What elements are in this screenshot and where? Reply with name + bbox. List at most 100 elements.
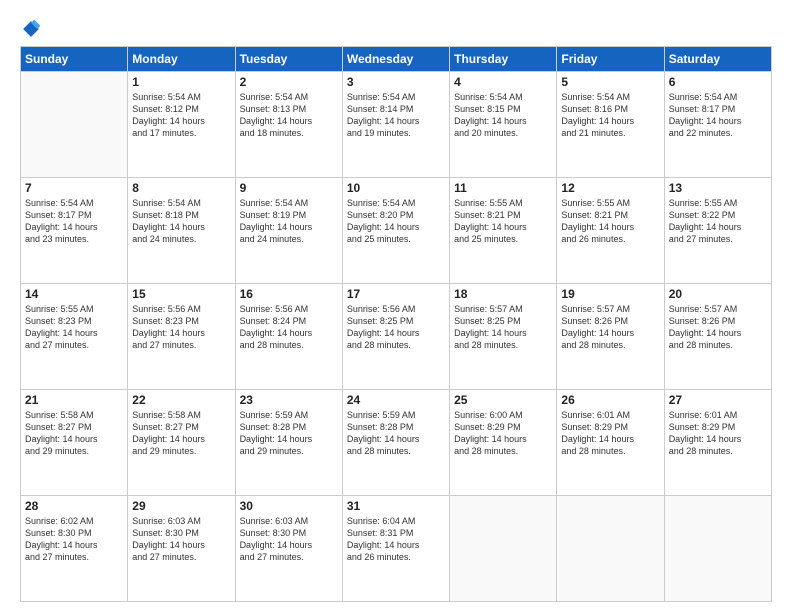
calendar-cell: 31 Sunrise: 6:04 AM Sunset: 8:31 PM Dayli… (342, 496, 449, 602)
calendar-cell: 27Sunrise: 6:01 AM Sunset: 8:29 PM Dayli… (664, 390, 771, 496)
calendar-body: 1 Sunrise: 5:54 AM Sunset: 8:12 PM Daylig… (21, 72, 772, 602)
header (20, 18, 772, 40)
day-info: Sunrise: 5:56 AM Sunset: 8:23 PM Dayligh… (132, 303, 230, 352)
day-info: Sunrise: 6:00 AM Sunset: 8:29 PM Dayligh… (454, 409, 552, 458)
day-info: Sunrise: 5:55 AM Sunset: 8:22 PM Dayligh… (669, 197, 767, 246)
calendar-cell: 17 Sunrise: 5:56 AM Sunset: 8:25 PM Dayli… (342, 284, 449, 390)
logo-icon (20, 18, 42, 40)
day-info: Sunrise: 6:03 AM Sunset: 8:30 PM Dayligh… (132, 515, 230, 564)
day-number: 26 (561, 393, 659, 407)
day-number: 18 (454, 287, 552, 301)
calendar-cell: 13 Sunrise: 5:55 AM Sunset: 8:22 PM Dayli… (664, 178, 771, 284)
calendar-week: 7 Sunrise: 5:54 AM Sunset: 8:17 PM Daylig… (21, 178, 772, 284)
logo (20, 18, 46, 40)
calendar-cell: 30Sunrise: 6:03 AM Sunset: 8:30 PM Dayli… (235, 496, 342, 602)
day-number: 11 (454, 181, 552, 195)
calendar-week: 28 Sunrise: 6:02 AM Sunset: 8:30 PM Dayli… (21, 496, 772, 602)
day-number: 23 (240, 393, 338, 407)
day-number: 24 (347, 393, 445, 407)
day-number: 2 (240, 75, 338, 89)
day-number: 6 (669, 75, 767, 89)
day-info: Sunrise: 6:03 AM Sunset: 8:30 PM Dayligh… (240, 515, 338, 564)
day-header: Friday (557, 47, 664, 72)
calendar-header: SundayMondayTuesdayWednesdayThursdayFrid… (21, 47, 772, 72)
calendar-cell: 21 Sunrise: 5:58 AM Sunset: 8:27 PM Dayli… (21, 390, 128, 496)
day-info: Sunrise: 5:56 AM Sunset: 8:24 PM Dayligh… (240, 303, 338, 352)
calendar-cell: 24 Sunrise: 5:59 AM Sunset: 8:28 PM Dayli… (342, 390, 449, 496)
day-info: Sunrise: 5:57 AM Sunset: 8:26 PM Dayligh… (669, 303, 767, 352)
day-info: Sunrise: 5:55 AM Sunset: 8:23 PM Dayligh… (25, 303, 123, 352)
day-number: 17 (347, 287, 445, 301)
calendar-cell (664, 496, 771, 602)
day-number: 31 (347, 499, 445, 513)
day-number: 1 (132, 75, 230, 89)
calendar-cell: 5 Sunrise: 5:54 AM Sunset: 8:16 PM Daylig… (557, 72, 664, 178)
day-info: Sunrise: 6:04 AM Sunset: 8:31 PM Dayligh… (347, 515, 445, 564)
calendar-cell: 12Sunrise: 5:55 AM Sunset: 8:21 PM Dayli… (557, 178, 664, 284)
day-header: Wednesday (342, 47, 449, 72)
day-number: 28 (25, 499, 123, 513)
day-number: 29 (132, 499, 230, 513)
day-number: 9 (240, 181, 338, 195)
day-info: Sunrise: 5:54 AM Sunset: 8:16 PM Dayligh… (561, 91, 659, 140)
day-number: 19 (561, 287, 659, 301)
page: SundayMondayTuesdayWednesdayThursdayFrid… (0, 0, 792, 612)
day-info: Sunrise: 6:01 AM Sunset: 8:29 PM Dayligh… (669, 409, 767, 458)
day-info: Sunrise: 5:59 AM Sunset: 8:28 PM Dayligh… (240, 409, 338, 458)
calendar-cell: 7 Sunrise: 5:54 AM Sunset: 8:17 PM Daylig… (21, 178, 128, 284)
calendar-cell: 1 Sunrise: 5:54 AM Sunset: 8:12 PM Daylig… (128, 72, 235, 178)
calendar-cell (557, 496, 664, 602)
calendar-cell: 19 Sunrise: 5:57 AM Sunset: 8:26 PM Dayli… (557, 284, 664, 390)
day-info: Sunrise: 5:54 AM Sunset: 8:17 PM Dayligh… (25, 197, 123, 246)
day-number: 10 (347, 181, 445, 195)
header-row: SundayMondayTuesdayWednesdayThursdayFrid… (21, 47, 772, 72)
day-info: Sunrise: 5:58 AM Sunset: 8:27 PM Dayligh… (132, 409, 230, 458)
calendar-cell: 23 Sunrise: 5:59 AM Sunset: 8:28 PM Dayli… (235, 390, 342, 496)
day-number: 8 (132, 181, 230, 195)
day-info: Sunrise: 5:56 AM Sunset: 8:25 PM Dayligh… (347, 303, 445, 352)
calendar-cell (21, 72, 128, 178)
calendar-cell: 28 Sunrise: 6:02 AM Sunset: 8:30 PM Dayli… (21, 496, 128, 602)
calendar-cell: 3Sunrise: 5:54 AM Sunset: 8:14 PM Daylig… (342, 72, 449, 178)
calendar-cell: 15 Sunrise: 5:56 AM Sunset: 8:23 PM Dayli… (128, 284, 235, 390)
day-number: 15 (132, 287, 230, 301)
day-info: Sunrise: 5:54 AM Sunset: 8:12 PM Dayligh… (132, 91, 230, 140)
calendar-cell: 25 Sunrise: 6:00 AM Sunset: 8:29 PM Dayli… (450, 390, 557, 496)
day-info: Sunrise: 5:57 AM Sunset: 8:25 PM Dayligh… (454, 303, 552, 352)
day-number: 7 (25, 181, 123, 195)
day-info: Sunrise: 6:02 AM Sunset: 8:30 PM Dayligh… (25, 515, 123, 564)
day-number: 21 (25, 393, 123, 407)
day-number: 14 (25, 287, 123, 301)
calendar-week: 14 Sunrise: 5:55 AM Sunset: 8:23 PM Dayli… (21, 284, 772, 390)
day-number: 25 (454, 393, 552, 407)
day-info: Sunrise: 5:59 AM Sunset: 8:28 PM Dayligh… (347, 409, 445, 458)
calendar-cell: 26 Sunrise: 6:01 AM Sunset: 8:29 PM Dayli… (557, 390, 664, 496)
calendar-cell: 11Sunrise: 5:55 AM Sunset: 8:21 PM Dayli… (450, 178, 557, 284)
day-info: Sunrise: 5:57 AM Sunset: 8:26 PM Dayligh… (561, 303, 659, 352)
day-header: Tuesday (235, 47, 342, 72)
calendar-cell: 9 Sunrise: 5:54 AM Sunset: 8:19 PM Daylig… (235, 178, 342, 284)
calendar-cell: 16Sunrise: 5:56 AM Sunset: 8:24 PM Dayli… (235, 284, 342, 390)
day-number: 3 (347, 75, 445, 89)
day-info: Sunrise: 5:54 AM Sunset: 8:19 PM Dayligh… (240, 197, 338, 246)
calendar-cell (450, 496, 557, 602)
calendar-cell: 10Sunrise: 5:54 AM Sunset: 8:20 PM Dayli… (342, 178, 449, 284)
day-header: Sunday (21, 47, 128, 72)
day-info: Sunrise: 6:01 AM Sunset: 8:29 PM Dayligh… (561, 409, 659, 458)
calendar-week: 21 Sunrise: 5:58 AM Sunset: 8:27 PM Dayli… (21, 390, 772, 496)
day-header: Saturday (664, 47, 771, 72)
day-info: Sunrise: 5:58 AM Sunset: 8:27 PM Dayligh… (25, 409, 123, 458)
day-info: Sunrise: 5:54 AM Sunset: 8:17 PM Dayligh… (669, 91, 767, 140)
day-header: Thursday (450, 47, 557, 72)
calendar-cell: 2 Sunrise: 5:54 AM Sunset: 8:13 PM Daylig… (235, 72, 342, 178)
day-number: 4 (454, 75, 552, 89)
calendar-cell: 14 Sunrise: 5:55 AM Sunset: 8:23 PM Dayli… (21, 284, 128, 390)
day-info: Sunrise: 5:54 AM Sunset: 8:13 PM Dayligh… (240, 91, 338, 140)
day-number: 5 (561, 75, 659, 89)
day-header: Monday (128, 47, 235, 72)
calendar-cell: 22Sunrise: 5:58 AM Sunset: 8:27 PM Dayli… (128, 390, 235, 496)
calendar-table: SundayMondayTuesdayWednesdayThursdayFrid… (20, 46, 772, 602)
day-number: 13 (669, 181, 767, 195)
calendar-cell: 29 Sunrise: 6:03 AM Sunset: 8:30 PM Dayli… (128, 496, 235, 602)
calendar-cell: 6 Sunrise: 5:54 AM Sunset: 8:17 PM Daylig… (664, 72, 771, 178)
